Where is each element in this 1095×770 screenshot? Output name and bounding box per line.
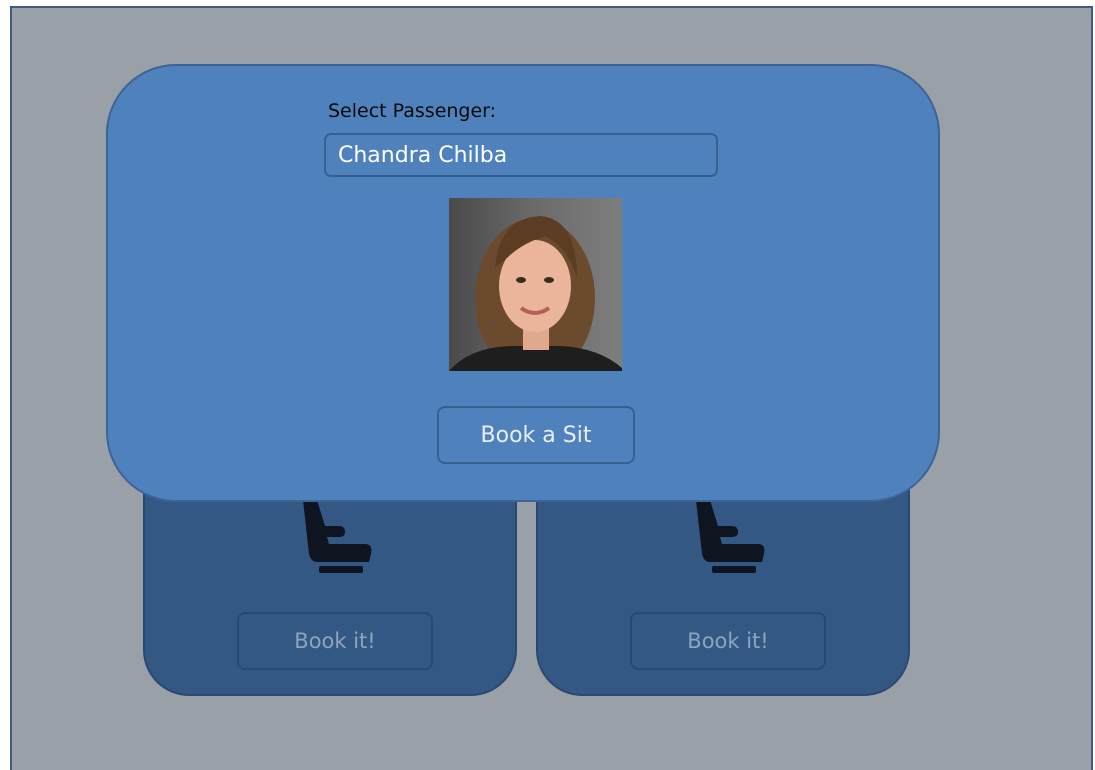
- book-it-button[interactable]: Book it!: [630, 612, 826, 670]
- passenger-select[interactable]: Chandra Chilba: [324, 133, 718, 177]
- select-passenger-label: Select Passenger:: [328, 100, 497, 122]
- app-stage: Book it! Book it! Select Passenger: Chan…: [10, 6, 1093, 770]
- passenger-dialog: Select Passenger: Chandra Chilba Book a …: [106, 64, 940, 502]
- book-a-sit-button[interactable]: Book a Sit: [437, 406, 635, 464]
- seat-icon: [696, 500, 765, 573]
- passenger-photo: [449, 198, 622, 371]
- book-it-button[interactable]: Book it!: [237, 612, 433, 670]
- seat-icon: [303, 500, 372, 573]
